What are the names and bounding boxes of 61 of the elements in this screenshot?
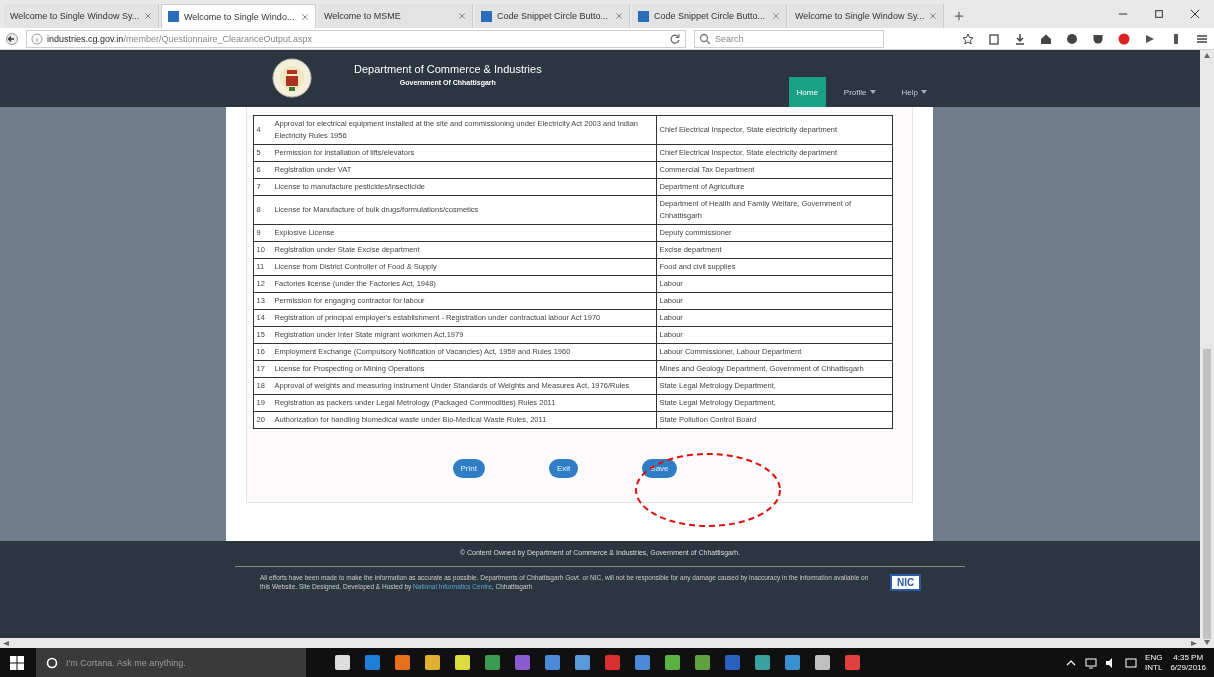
network-icon[interactable] [1085, 656, 1098, 669]
reload-icon[interactable] [669, 32, 681, 45]
maximize-icon[interactable] [1154, 9, 1164, 19]
arrow-icon[interactable] [1144, 32, 1156, 45]
circle-icon[interactable] [1066, 32, 1078, 45]
action-button[interactable]: Exit [548, 459, 579, 478]
up-arrow-icon[interactable] [1204, 53, 1210, 58]
clock-time[interactable]: 4:35 PM [1173, 652, 1204, 663]
taskbar-app-icon[interactable] [754, 654, 771, 671]
info-icon [31, 32, 43, 45]
taskbar-app-icon[interactable] [664, 654, 681, 671]
star-icon[interactable] [962, 32, 974, 45]
browser-tab[interactable]: Code Snippet Circle Butto... [475, 4, 630, 28]
emblem-icon [272, 58, 312, 98]
browser-tab[interactable]: Welcome to Single Window Sy... [4, 4, 159, 28]
close-icon[interactable] [1190, 9, 1200, 19]
search-field[interactable]: Search [694, 29, 884, 48]
url-text: industries.cg.gov.in/member/Questionnaire_ClearanceOutput.aspx [47, 33, 312, 44]
download-icon[interactable] [1014, 32, 1026, 45]
circle-icon [46, 656, 58, 669]
shield-icon[interactable] [1092, 32, 1104, 45]
browser-tab[interactable]: Welcome to MSME [318, 4, 473, 28]
taskbar-app-icon[interactable] [334, 654, 351, 671]
right-arrow-icon[interactable] [1191, 640, 1197, 646]
down-arrow-icon[interactable] [1204, 640, 1210, 645]
taskbar-app-icon[interactable] [814, 654, 831, 671]
browser-tab[interactable]: Welcome to Single Windo... [161, 4, 316, 28]
page-favicon-icon [638, 10, 649, 22]
site-title: Department of Commerce & Industries [354, 63, 542, 75]
taskbar-app-icon[interactable] [574, 654, 591, 671]
vertical-scrollbar[interactable] [1200, 50, 1214, 648]
back-icon[interactable] [6, 32, 18, 45]
nav-link[interactable]: Profile [835, 77, 884, 107]
language-indicator[interactable]: ENG [1145, 652, 1163, 663]
round-circle-icon[interactable] [1118, 32, 1130, 45]
page-favicon-icon [168, 11, 179, 22]
cortana-search-field[interactable]: I'm Cortana. Ask me anything. [36, 648, 306, 677]
taskbar-app-icon[interactable] [394, 654, 411, 671]
caret-icon [921, 90, 927, 94]
search-icon [699, 32, 711, 45]
action-button[interactable]: Print [452, 459, 485, 478]
browser-tab[interactable]: Welcome to Single Window Sy... [789, 4, 944, 28]
scrollbar-thumb[interactable] [1203, 349, 1211, 639]
browser-tab[interactable]: Code Snippet Circle Butto... [632, 4, 787, 28]
taskbar-app-icon[interactable] [424, 654, 441, 671]
nav-link[interactable]: Help [893, 77, 935, 107]
page-favicon-icon [481, 10, 492, 22]
windows-start-icon[interactable] [10, 655, 24, 670]
caret-icon [869, 90, 876, 94]
clock-date[interactable]: 6/29/2016 [1170, 662, 1206, 673]
address-field[interactable]: industries.cg.gov.in/member/Questionnaire_ClearanceOutput.aspx [26, 29, 686, 48]
nic-logo: NIC [890, 573, 922, 591]
home-icon[interactable] [1040, 32, 1052, 45]
taskbar-app-icon[interactable] [694, 654, 711, 671]
taskbar-app-icon[interactable] [454, 654, 471, 671]
new-tab-icon[interactable] [954, 11, 964, 21]
left-arrow-icon[interactable] [3, 640, 9, 646]
horizontal-scrollbar[interactable] [0, 638, 1200, 648]
message-icon[interactable] [1125, 656, 1138, 669]
menu-icon[interactable] [1196, 32, 1208, 45]
keyboard-layout-indicator[interactable]: INTL [1145, 662, 1163, 673]
